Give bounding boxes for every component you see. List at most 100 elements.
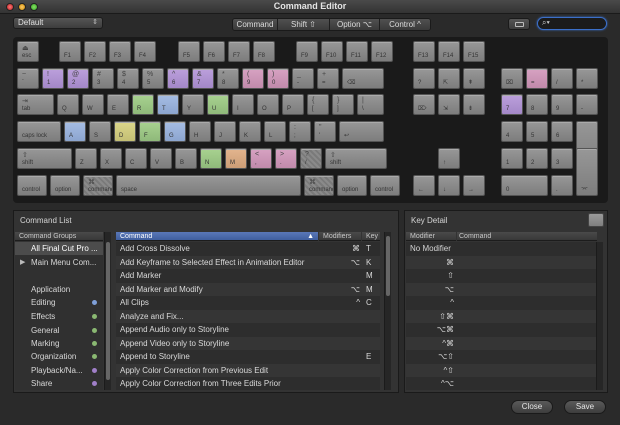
group-item[interactable]: Editing [15, 296, 103, 309]
key-[interactable]: ⌦ [413, 94, 435, 115]
key-[interactable]: <, [250, 148, 272, 169]
key-f1[interactable]: F1 [59, 41, 81, 62]
key-[interactable]: ⌧ [501, 68, 523, 89]
key-b[interactable]: B [175, 148, 197, 169]
key-m[interactable]: M [225, 148, 247, 169]
key-detail-row[interactable]: ^⌘ [406, 336, 596, 350]
key-0[interactable]: ) 0 [267, 68, 289, 89]
key-[interactable]: ↩ [339, 121, 384, 142]
key-f5[interactable]: F5 [178, 41, 200, 62]
key-g[interactable]: G [164, 121, 186, 142]
key-f13[interactable]: F13 [413, 41, 435, 62]
key-tab[interactable]: ⇥ tab [17, 94, 54, 115]
key-column-header[interactable]: Key [362, 232, 380, 241]
key-q[interactable]: Q [57, 94, 79, 115]
key-[interactable]: . [551, 175, 573, 196]
command-row[interactable]: Add Cross Dissolve ⌘ T [116, 242, 380, 256]
key-0[interactable]: 0 [501, 175, 548, 196]
key-control[interactable]: control [17, 175, 47, 196]
key-1[interactable]: ! 1 [42, 68, 64, 89]
key-c[interactable]: C [125, 148, 147, 169]
modifier-column-header[interactable]: Modifier [406, 232, 456, 241]
command-row[interactable]: Append Video only to Storyline [116, 336, 380, 350]
save-button[interactable]: Save [564, 400, 606, 414]
key-command[interactable]: ⌘ command [304, 175, 334, 196]
key-[interactable]: }] [332, 94, 354, 115]
command-row[interactable]: Apply Color Correction from Three Edits … [116, 377, 380, 390]
key-r[interactable]: R [132, 94, 154, 115]
key-detail-row[interactable]: ⇧ [406, 269, 596, 283]
command-column-header[interactable]: Command ▲ [116, 232, 318, 241]
group-item[interactable]: Effects [15, 310, 103, 323]
key-detail-row[interactable]: ^ [406, 296, 596, 310]
key-j[interactable]: J [214, 121, 236, 142]
modifiers-column-header[interactable]: Modifiers [319, 232, 361, 241]
key-detail-row[interactable]: ⌥⇧ [406, 350, 596, 364]
key-9[interactable]: (9 [242, 68, 264, 89]
key-1[interactable]: 1 [501, 148, 523, 169]
command-row[interactable]: Apply Color Correction from Previous Edi… [116, 363, 380, 377]
key-[interactable]: * [576, 68, 598, 89]
key-detail-scrollbar[interactable] [596, 242, 603, 390]
key-[interactable]: ← [413, 175, 435, 196]
key-h[interactable]: H [189, 121, 211, 142]
key-7[interactable]: & 7 [192, 68, 214, 89]
key-[interactable]: " ' [314, 121, 336, 142]
key-t[interactable]: T [157, 94, 179, 115]
key-command[interactable]: ⌘ command [83, 175, 113, 196]
modifier-command-button[interactable]: Command [233, 19, 278, 30]
key-z[interactable]: Z [75, 148, 97, 169]
search-input[interactable] [554, 19, 604, 28]
key-[interactable]: / [551, 68, 573, 89]
key-f11[interactable]: F11 [346, 41, 368, 62]
key-y[interactable]: Y [182, 94, 204, 115]
key-[interactable]: ⌫ [342, 68, 384, 89]
key-space[interactable]: space [116, 175, 301, 196]
key-f9[interactable]: F9 [296, 41, 318, 62]
key-l[interactable]: L [264, 121, 286, 142]
key-7[interactable]: 7 [501, 94, 523, 115]
command-row[interactable]: Add Marker M [116, 269, 380, 283]
key-f7[interactable]: F7 [228, 41, 250, 62]
key-[interactable]: ? / [300, 148, 322, 169]
key-w[interactable]: W [82, 94, 104, 115]
key-f[interactable]: F [139, 121, 161, 142]
key-i[interactable]: I [232, 94, 254, 115]
group-item[interactable]: Organization [15, 350, 103, 363]
key-[interactable]: >. [275, 148, 297, 169]
key-6[interactable]: 6 [551, 121, 573, 142]
key-[interactable]: ⌤ [576, 148, 598, 196]
kd-command-column-header[interactable]: Command [457, 232, 597, 241]
modifier-option-button[interactable]: Option ⌥ [330, 19, 380, 30]
key-[interactable]: _ - [292, 68, 314, 89]
groups-scrollbar[interactable] [104, 232, 111, 390]
key-[interactable]: ? [413, 68, 435, 89]
key-[interactable]: ↓ [438, 175, 460, 196]
modifier-control-button[interactable]: Control ^ [380, 19, 430, 30]
command-row[interactable]: Add Marker and Modify ⌥ M [116, 282, 380, 296]
key-[interactable]: ↑ [438, 148, 460, 169]
key-[interactable]: {[ [307, 94, 329, 115]
scroll-thumb[interactable] [106, 242, 110, 380]
key-[interactable]: → [463, 175, 485, 196]
key-a[interactable]: A [64, 121, 86, 142]
key-s[interactable]: S [89, 121, 111, 142]
group-item[interactable]: Marking [15, 337, 103, 350]
key-detail-row[interactable]: ^⌥ [406, 377, 596, 390]
group-item[interactable]: Share [15, 377, 103, 390]
key-detail-row[interactable]: ^⇧ [406, 363, 596, 377]
key-f10[interactable]: F10 [321, 41, 343, 62]
command-row[interactable]: Analyze and Fix... [116, 309, 380, 323]
key-3[interactable]: #3 [92, 68, 114, 89]
key-[interactable]: ⇱ [438, 68, 460, 89]
key-f4[interactable]: F4 [134, 41, 156, 62]
key-d[interactable]: D [114, 121, 136, 142]
command-row[interactable]: Append Audio only to Storyline [116, 323, 380, 337]
key-esc[interactable]: ⏏ esc [17, 41, 39, 62]
key-5[interactable]: % 5 [142, 68, 164, 89]
key-shift[interactable]: ⇧ shift [325, 148, 387, 169]
key-5[interactable]: 5 [526, 121, 548, 142]
key-shift[interactable]: ⇧ shift [17, 148, 72, 169]
command-row[interactable]: All Clips ^ C [116, 296, 380, 310]
command-row[interactable]: Append to Storyline E [116, 350, 380, 364]
